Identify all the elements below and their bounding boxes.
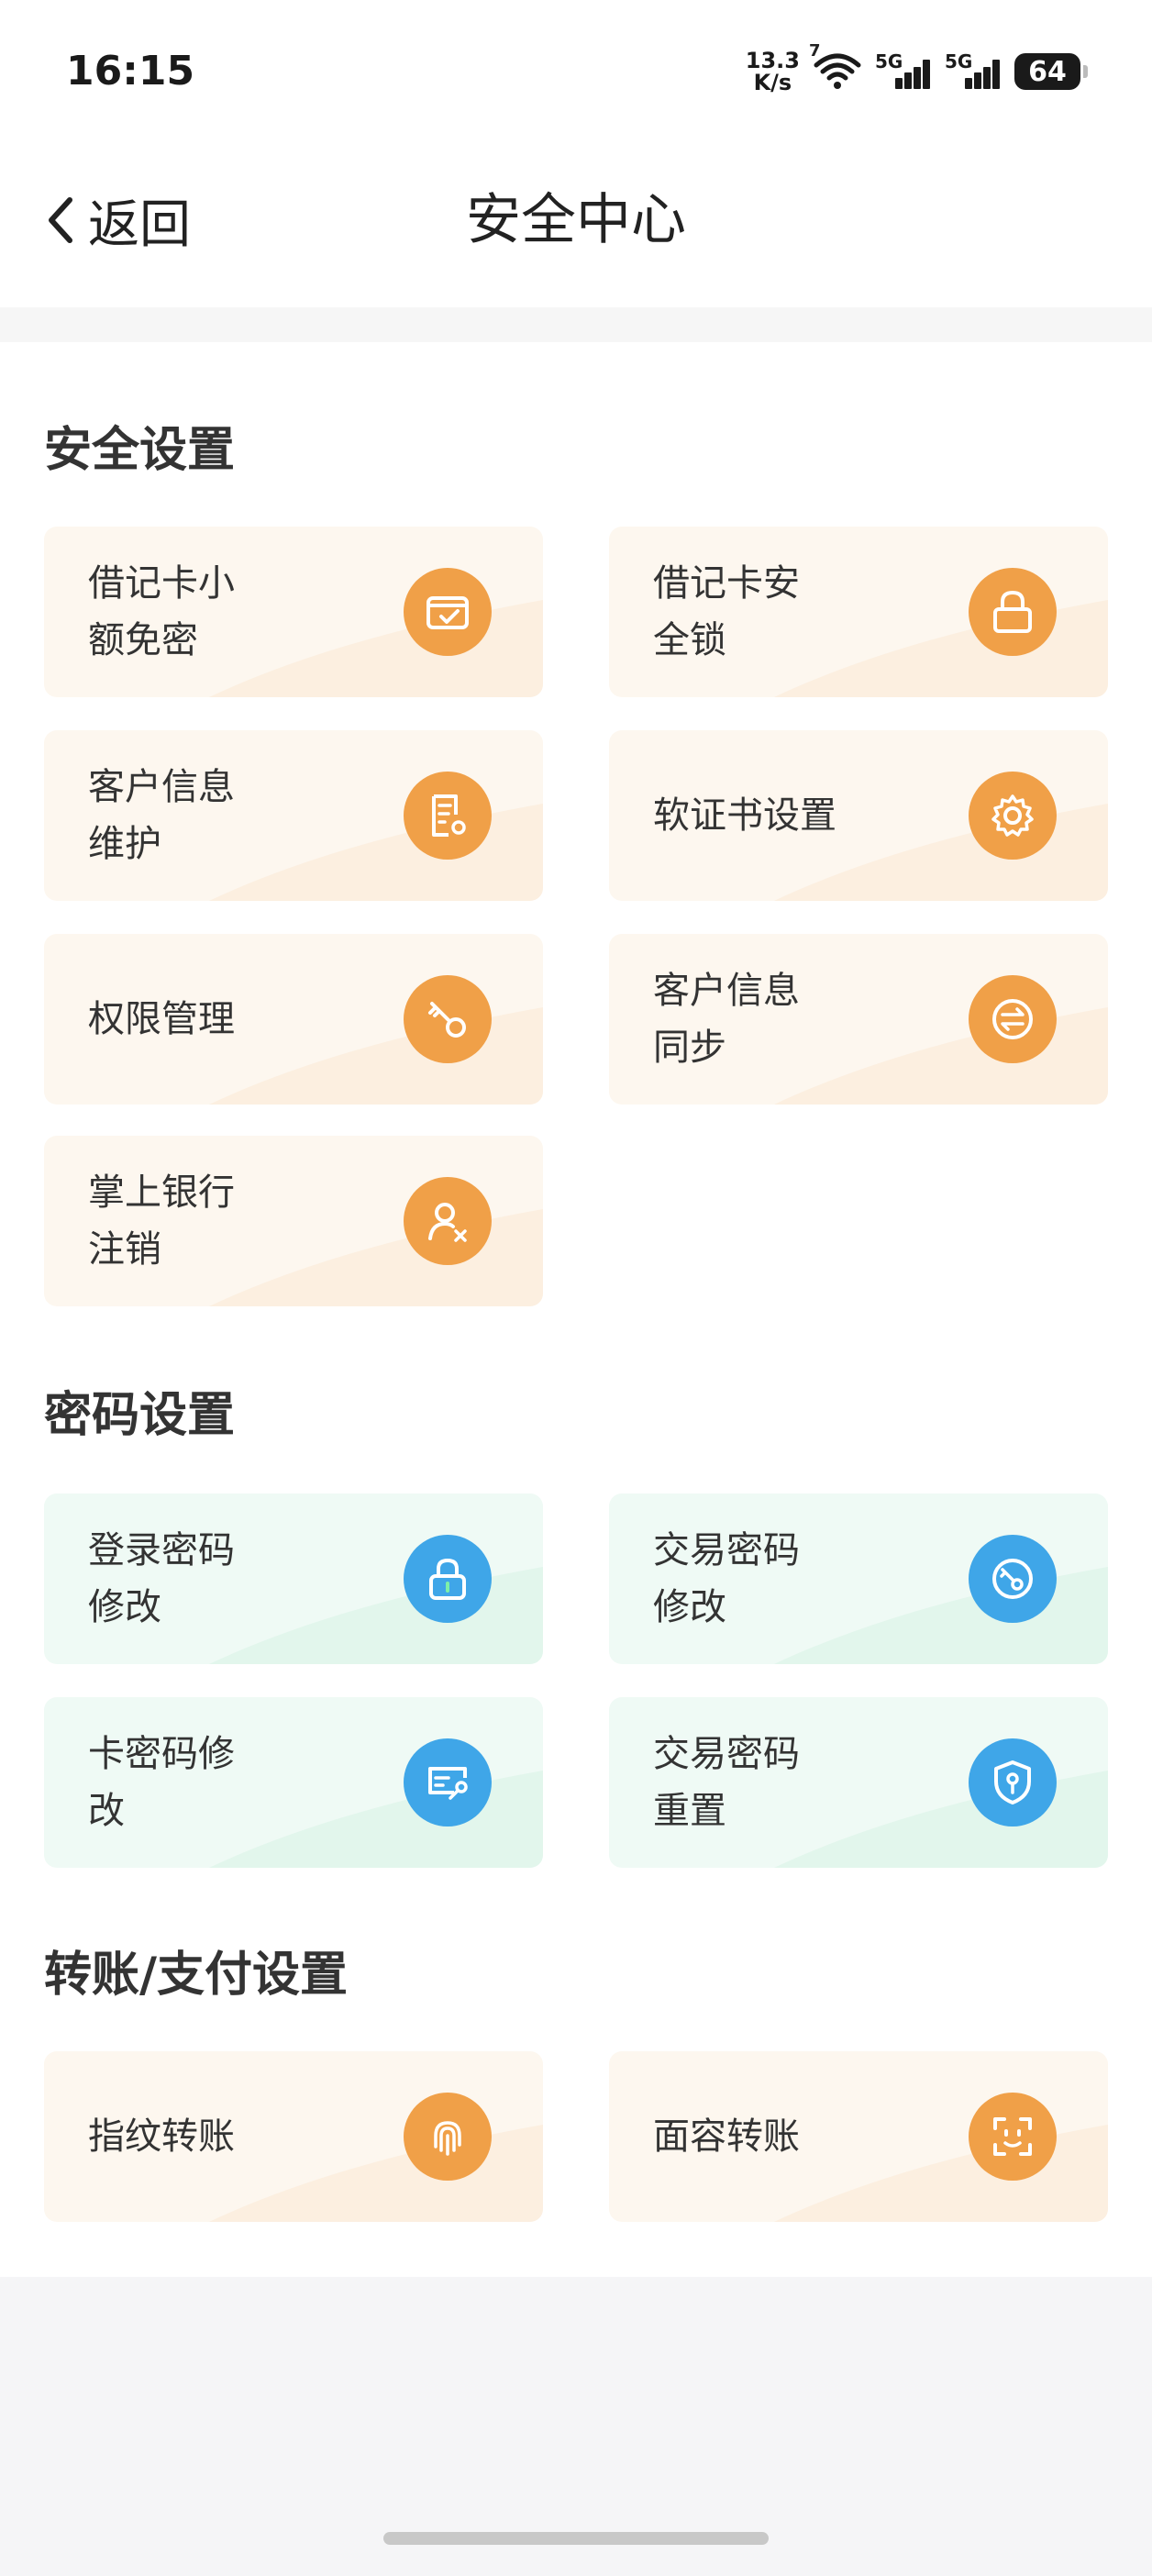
card-label: 卡密码修 改	[88, 1733, 235, 1832]
card-label: 交易密码 修改	[653, 1529, 800, 1628]
header-divider	[0, 307, 1152, 342]
lock-icon	[969, 568, 1057, 656]
section-title-password: 密码设置	[44, 1388, 236, 1443]
battery-icon: 64	[1014, 53, 1088, 90]
wifi-indicator: 7	[809, 41, 862, 94]
sim1-network-label: 5G	[875, 50, 903, 72]
card-login-password-change[interactable]: 登录密码 修改	[44, 1493, 543, 1664]
card-check-icon	[404, 568, 492, 656]
card-label: 客户信息 同步	[653, 970, 800, 1069]
padlock-icon	[404, 1535, 492, 1623]
network-speed-value: 13.3	[745, 48, 800, 73]
network-speed: 13.3 K/s	[746, 50, 800, 94]
card-label: 借记卡小 额免密	[88, 562, 235, 661]
card-key-icon	[404, 1738, 492, 1827]
card-fingerprint-transfer[interactable]: 指纹转账	[44, 2051, 543, 2222]
sync-icon	[969, 975, 1057, 1063]
key-circle-icon	[969, 1535, 1057, 1623]
document-gear-icon	[404, 772, 492, 860]
home-indicator[interactable]	[383, 2532, 769, 2545]
network-speed-unit: K/s	[753, 70, 792, 95]
card-label: 面容转账	[653, 2115, 800, 2158]
card-permission-management[interactable]: 权限管理	[44, 934, 543, 1105]
nav-bar: 返回 安全中心	[0, 138, 1152, 307]
card-label: 权限管理	[88, 998, 235, 1040]
section-title-transfer: 转账/支付设置	[44, 1948, 348, 2003]
card-label: 掌上银行 注销	[88, 1171, 235, 1271]
status-icons: 13.3 K/s 7 5G 5G 64	[746, 41, 1088, 99]
card-transaction-password-reset[interactable]: 交易密码 重置	[609, 1697, 1108, 1868]
fingerprint-icon	[404, 2093, 492, 2181]
section-title-security: 安全设置	[44, 423, 236, 478]
signal-bar-icon	[965, 78, 972, 89]
signal-bar-icon	[923, 60, 930, 89]
wifi-badge: 7	[809, 41, 821, 61]
gear-icon	[969, 772, 1057, 860]
sim2-network-label: 5G	[945, 50, 973, 72]
shield-key-icon	[969, 1738, 1057, 1827]
card-label: 指纹转账	[88, 2115, 235, 2158]
card-mobile-bank-cancel[interactable]: 掌上银行 注销	[44, 1136, 543, 1306]
signal-bar-icon	[914, 67, 921, 89]
battery-tip	[1083, 65, 1088, 78]
card-soft-certificate[interactable]: 软证书设置	[609, 730, 1108, 901]
card-debit-small-amount[interactable]: 借记卡小 额免密	[44, 527, 543, 697]
user-remove-icon	[404, 1177, 492, 1265]
key-icon	[404, 975, 492, 1063]
signal-bar-icon	[974, 72, 981, 89]
card-face-transfer[interactable]: 面容转账	[609, 2051, 1108, 2222]
battery-level: 64	[1014, 53, 1080, 90]
face-id-icon	[969, 2093, 1057, 2181]
signal-sim2: 5G	[945, 50, 1002, 93]
signal-bar-icon	[992, 60, 1000, 89]
card-label: 借记卡安 全锁	[653, 562, 800, 661]
card-label: 交易密码 重置	[653, 1733, 800, 1832]
card-label: 客户信息 维护	[88, 766, 235, 865]
card-label: 软证书设置	[653, 794, 836, 837]
signal-bar-icon	[895, 78, 903, 89]
card-transaction-password-change[interactable]: 交易密码 修改	[609, 1493, 1108, 1664]
status-time: 16:15	[66, 48, 195, 94]
card-debit-security-lock[interactable]: 借记卡安 全锁	[609, 527, 1108, 697]
signal-bar-icon	[983, 67, 991, 89]
card-card-password-change[interactable]: 卡密码修 改	[44, 1697, 543, 1868]
card-label: 登录密码 修改	[88, 1529, 235, 1628]
status-bar: 16:15 13.3 K/s 7 5G 5G 64	[0, 0, 1152, 138]
card-customer-info-maintain[interactable]: 客户信息 维护	[44, 730, 543, 901]
card-customer-info-sync[interactable]: 客户信息 同步	[609, 934, 1108, 1105]
signal-bar-icon	[904, 72, 912, 89]
signal-sim1: 5G	[875, 50, 932, 93]
page-title: 安全中心	[466, 188, 686, 252]
